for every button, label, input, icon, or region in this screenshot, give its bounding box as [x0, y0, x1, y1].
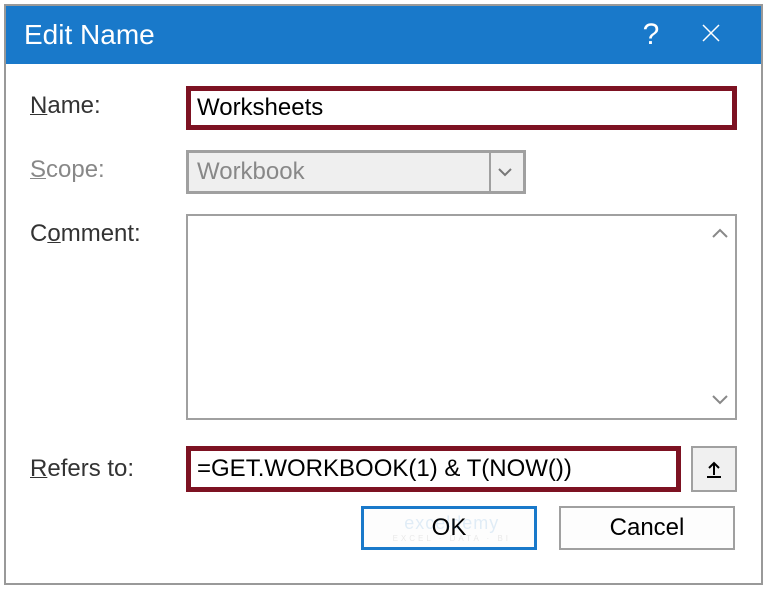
- ok-button[interactable]: OK: [361, 506, 537, 550]
- scope-dropdown-button: [489, 153, 523, 191]
- collapse-dialog-button[interactable]: [691, 446, 737, 492]
- button-row: OK Cancel: [30, 506, 737, 550]
- comment-row: Comment:: [30, 214, 737, 420]
- scope-row: Scope: Workbook: [30, 150, 737, 194]
- close-icon: [699, 21, 723, 45]
- scope-label: Scope:: [30, 150, 186, 184]
- dialog-title: Edit Name: [24, 19, 621, 51]
- comment-label: Comment:: [30, 214, 186, 248]
- name-row: Name:: [30, 86, 737, 130]
- refers-row: Refers to:: [30, 446, 737, 492]
- refers-to-input[interactable]: [186, 446, 681, 492]
- titlebar: Edit Name ?: [6, 6, 761, 64]
- comment-textarea[interactable]: [186, 214, 737, 420]
- name-input[interactable]: [186, 86, 737, 130]
- scope-value: Workbook: [197, 158, 489, 186]
- collapse-icon: [704, 459, 724, 479]
- close-button[interactable]: [681, 21, 741, 50]
- edit-name-dialog: Edit Name ? Name: Scope: Workbook: [4, 4, 763, 585]
- cancel-button[interactable]: Cancel: [559, 506, 735, 550]
- chevron-down-icon: [497, 167, 513, 177]
- refers-label: Refers to:: [30, 455, 186, 483]
- name-label: Name:: [30, 86, 186, 120]
- help-button[interactable]: ?: [621, 18, 681, 52]
- dialog-content: Name: Scope: Workbook: [6, 64, 761, 583]
- scope-select: Workbook: [186, 150, 526, 194]
